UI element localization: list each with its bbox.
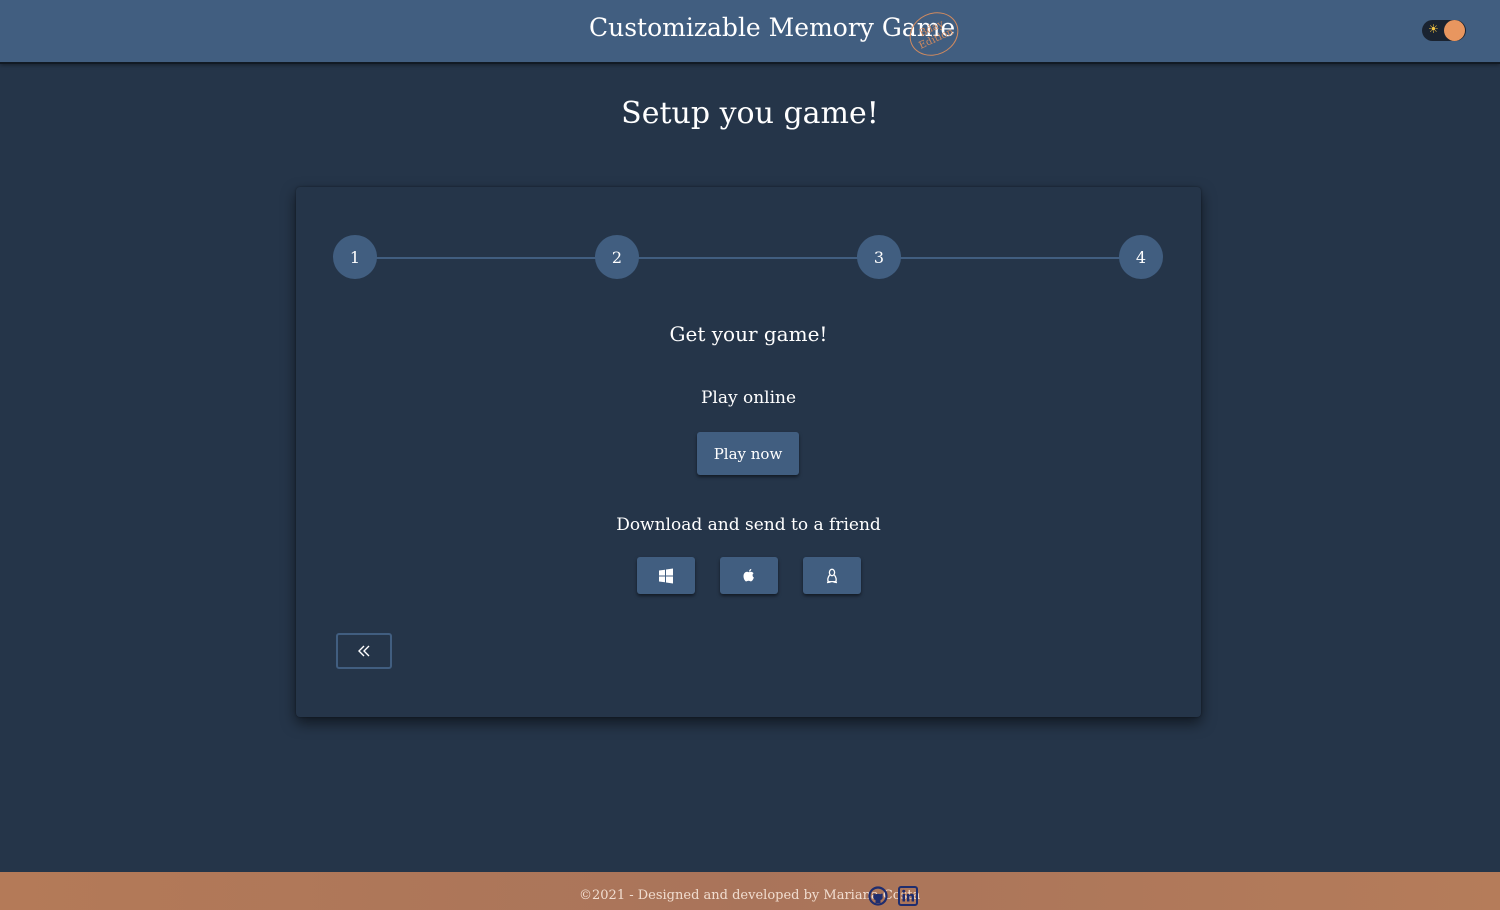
page-title: Setup you game! — [621, 96, 879, 131]
step-1[interactable]: 1 — [333, 235, 377, 279]
double-chevron-left-icon — [358, 645, 370, 657]
github-icon[interactable] — [868, 886, 888, 906]
play-online-label: Play online — [700, 388, 797, 408]
download-label: Download and send to a friend — [616, 515, 881, 535]
sun-icon: ☀ — [1428, 22, 1439, 36]
windows-icon — [659, 568, 673, 583]
setup-card: 1 2 3 4 Get your game! Play online Play … — [296, 187, 1201, 717]
step-connector — [618, 257, 880, 259]
play-now-button[interactable]: Play now — [697, 432, 799, 475]
theme-toggle[interactable]: ☀ — [1422, 20, 1466, 41]
download-linux-button[interactable] — [803, 557, 861, 594]
step-4[interactable]: 4 — [1119, 235, 1163, 279]
linux-icon — [826, 568, 838, 583]
section-heading: Get your game! — [669, 322, 828, 346]
step-2[interactable]: 2 — [595, 235, 639, 279]
step-connector — [356, 257, 618, 259]
toggle-knob — [1444, 20, 1465, 41]
linkedin-icon[interactable] — [898, 886, 918, 906]
step-connector — [880, 257, 1142, 259]
download-mac-button[interactable] — [720, 557, 778, 594]
footer: ©2021 - Designed and developed by Marian… — [0, 872, 1500, 910]
back-button[interactable] — [336, 633, 392, 669]
app-title[interactable]: Customizable Memory Game — [589, 13, 955, 42]
download-windows-button[interactable] — [637, 557, 695, 594]
step-3[interactable]: 3 — [857, 235, 901, 279]
apple-icon — [743, 568, 754, 581]
navbar: Customizable Memory Game Bday Edition ☀ — [0, 0, 1500, 64]
